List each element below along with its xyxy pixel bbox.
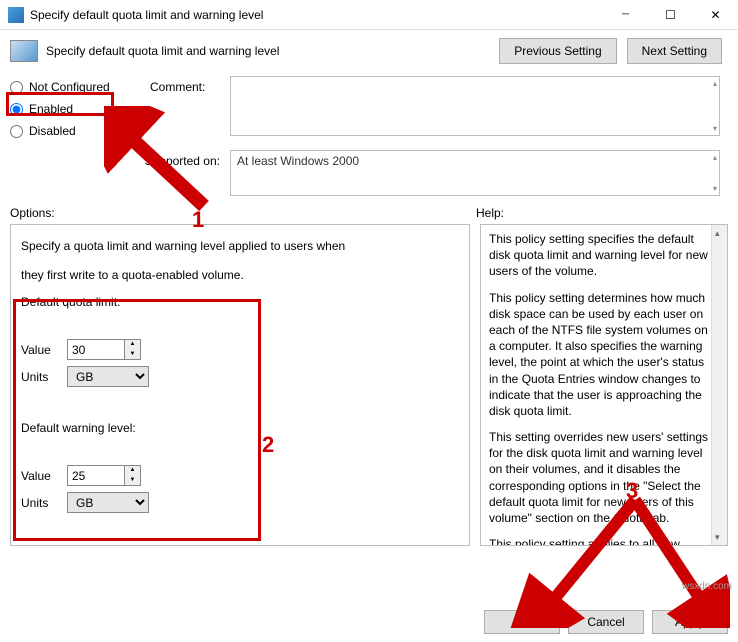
policy-icon xyxy=(10,40,38,62)
radio-enabled-input[interactable] xyxy=(10,103,23,116)
header-row: Specify default quota limit and warning … xyxy=(0,30,738,72)
quota-units-select[interactable]: GB xyxy=(67,366,149,387)
help-heading: Help: xyxy=(476,206,728,220)
default-warning-level-label: Default warning level: xyxy=(21,421,459,435)
comment-textarea[interactable]: ▴ ▾ xyxy=(230,76,720,136)
help-panel: This policy setting specifies the defaul… xyxy=(480,224,728,546)
annotation-number-1: 1 xyxy=(192,207,204,233)
app-icon xyxy=(8,7,24,23)
warning-units-select[interactable]: GB xyxy=(67,492,149,513)
help-scrollbar[interactable] xyxy=(711,225,727,545)
supported-on-label: Supported on: xyxy=(10,150,230,168)
options-heading: Options: xyxy=(10,206,476,220)
spinner-up-icon[interactable]: ▲ xyxy=(125,466,140,476)
warning-units-label: Units xyxy=(21,496,57,510)
policy-subtitle: Specify default quota limit and warning … xyxy=(46,44,491,58)
apply-button[interactable]: Apply xyxy=(652,610,728,634)
warning-value-input[interactable] xyxy=(68,466,124,485)
state-radio-group: Not Configured Enabled Disabled xyxy=(10,76,150,142)
scroll-up-icon[interactable]: ▴ xyxy=(713,153,717,162)
titlebar: Specify default quota limit and warning … xyxy=(0,0,738,30)
quota-value-label: Value xyxy=(21,343,57,357)
annotation-number-3: 3 xyxy=(626,478,638,504)
options-panel: Specify a quota limit and warning level … xyxy=(10,224,470,546)
radio-enabled[interactable]: Enabled xyxy=(10,98,150,120)
close-button[interactable] xyxy=(693,0,738,30)
default-quota-limit-label: Default quota limit: xyxy=(21,295,459,309)
watermark: wsxdn.com xyxy=(682,581,732,592)
radio-not-configured-label: Not Configured xyxy=(29,80,110,94)
options-desc-2: they first write to a quota-enabled volu… xyxy=(21,266,459,285)
annotation-number-2: 2 xyxy=(262,432,274,458)
help-p4: This policy setting applies to all new u… xyxy=(489,536,709,546)
scroll-down-icon[interactable]: ▾ xyxy=(713,184,717,193)
supported-on-value: At least Windows 2000 xyxy=(237,154,359,168)
comment-label: Comment: xyxy=(150,76,230,94)
previous-setting-button[interactable]: Previous Setting xyxy=(499,38,616,64)
scroll-down-icon[interactable]: ▾ xyxy=(713,124,717,133)
scroll-up-icon[interactable]: ▴ xyxy=(713,79,717,88)
next-setting-button[interactable]: Next Setting xyxy=(627,38,722,64)
radio-disabled-input[interactable] xyxy=(10,125,23,138)
maximize-button[interactable] xyxy=(648,0,693,30)
radio-disabled[interactable]: Disabled xyxy=(10,120,150,142)
radio-not-configured[interactable]: Not Configured xyxy=(10,76,150,98)
minimize-button[interactable] xyxy=(603,0,648,30)
spinner-down-icon[interactable]: ▼ xyxy=(125,350,140,360)
supported-on-textarea: At least Windows 2000 ▴ ▾ xyxy=(230,150,720,196)
quota-units-label: Units xyxy=(21,370,57,384)
warning-value-spinner[interactable]: ▲▼ xyxy=(67,465,141,486)
cancel-button[interactable]: Cancel xyxy=(568,610,644,634)
options-desc-1: Specify a quota limit and warning level … xyxy=(21,237,459,256)
help-p3: This setting overrides new users' settin… xyxy=(489,429,709,526)
spinner-up-icon[interactable]: ▲ xyxy=(125,340,140,350)
window-title: Specify default quota limit and warning … xyxy=(30,8,603,22)
ok-button[interactable]: OK xyxy=(484,610,560,634)
spinner-down-icon[interactable]: ▼ xyxy=(125,476,140,486)
quota-value-spinner[interactable]: ▲▼ xyxy=(67,339,141,360)
radio-enabled-label: Enabled xyxy=(29,102,73,116)
dialog-footer: OK Cancel Apply xyxy=(484,610,728,634)
warning-value-label: Value xyxy=(21,469,57,483)
quota-value-input[interactable] xyxy=(68,340,124,359)
radio-not-configured-input[interactable] xyxy=(10,81,23,94)
help-p2: This policy setting determines how much … xyxy=(489,290,709,420)
help-p1: This policy setting specifies the defaul… xyxy=(489,231,709,280)
radio-disabled-label: Disabled xyxy=(29,124,76,138)
